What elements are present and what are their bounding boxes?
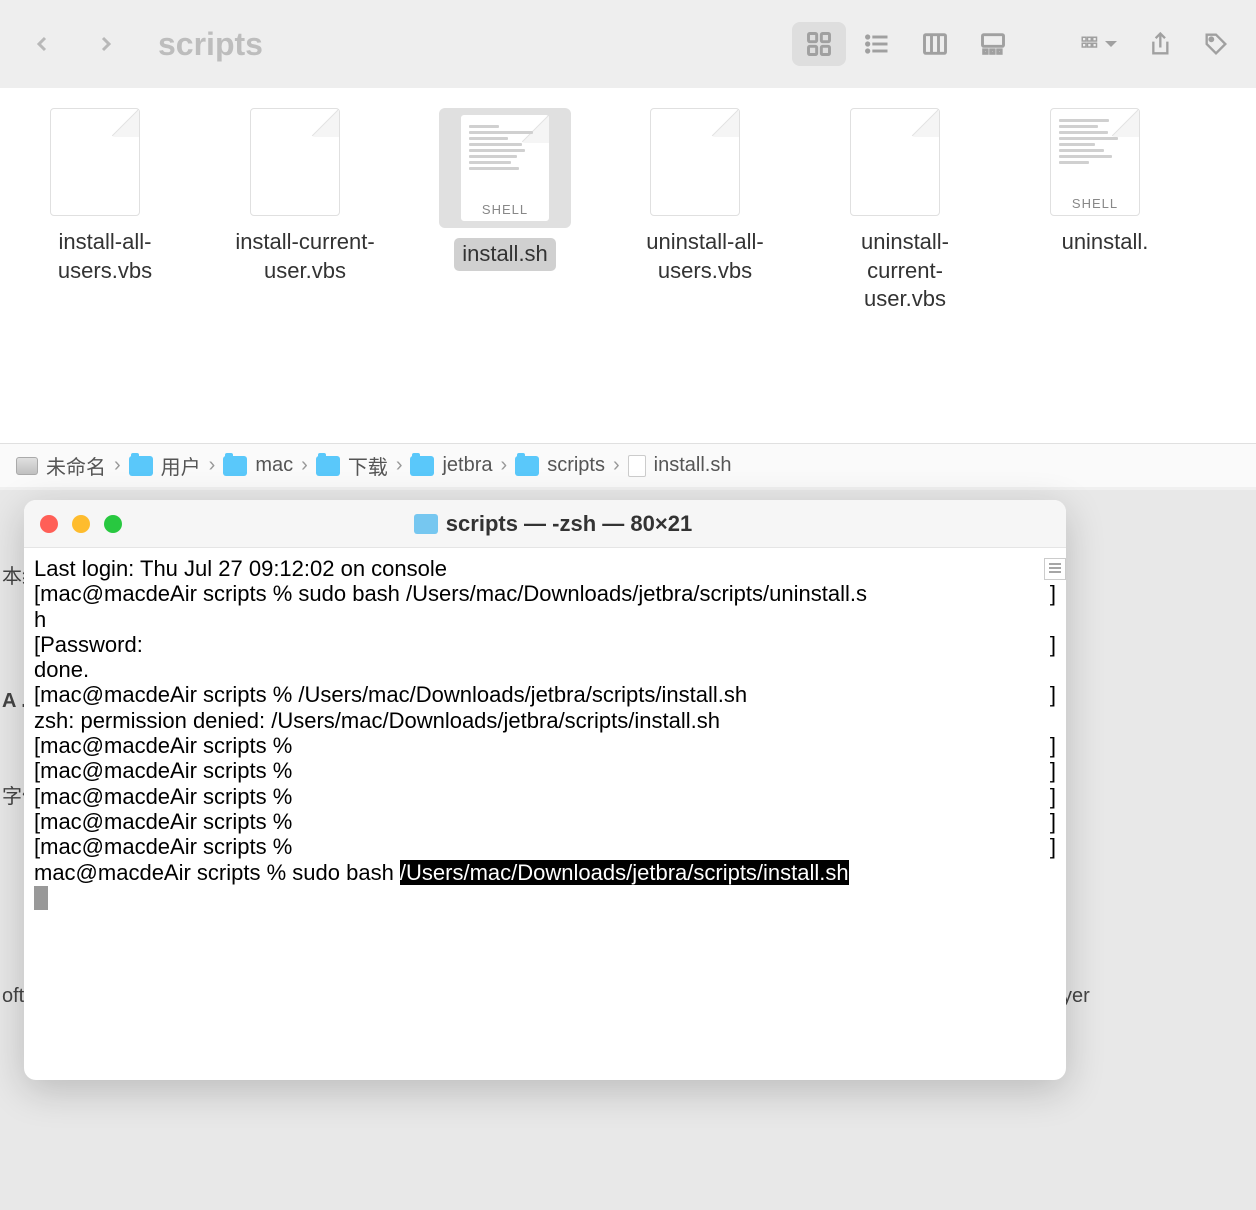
terminal-line: [mac@macdeAir scripts % /Users/mac/Downl… bbox=[34, 682, 1056, 707]
chevron-right-icon: › bbox=[114, 454, 121, 477]
terminal-titlebar[interactable]: scripts — -zsh — 80×21 bbox=[24, 500, 1066, 548]
folder-title: scripts bbox=[158, 26, 263, 63]
terminal-line: [mac@macdeAir scripts % ] bbox=[34, 834, 1056, 859]
group-by-button[interactable] bbox=[1080, 24, 1120, 64]
breadcrumb-segment[interactable]: mac bbox=[223, 454, 293, 477]
breadcrumb-segment[interactable]: install.sh bbox=[628, 454, 732, 477]
file-name: uninstall. bbox=[1062, 228, 1149, 257]
terminal-line: done. bbox=[34, 657, 1056, 682]
file-icon bbox=[628, 455, 646, 477]
terminal-line: [mac@macdeAir scripts % ] bbox=[34, 758, 1056, 783]
terminal-line: [Password:] bbox=[34, 632, 1056, 657]
folder-icon bbox=[410, 456, 434, 476]
chevron-right-icon: › bbox=[301, 454, 308, 477]
breadcrumb-segment[interactable]: 未命名 bbox=[16, 451, 106, 480]
file-name: install.sh bbox=[454, 238, 556, 271]
terminal-line: Last login: Thu Jul 27 09:12:02 on conso… bbox=[34, 556, 1056, 581]
folder-icon bbox=[414, 514, 438, 534]
chevron-right-icon: › bbox=[209, 454, 216, 477]
breadcrumb-segment[interactable]: 下载 bbox=[316, 451, 388, 480]
terminal-window: scripts — -zsh — 80×21 Last login: Thu J… bbox=[24, 500, 1066, 1080]
view-gallery-button[interactable] bbox=[966, 22, 1020, 66]
file-item[interactable]: SHELLinstall.sh bbox=[430, 108, 580, 423]
path-bar: 未命名 › 用户 › mac › 下载 › jetbra › scripts › install.sh bbox=[0, 443, 1256, 487]
finder-window: scripts bbox=[0, 0, 1256, 487]
folder-icon bbox=[223, 456, 247, 476]
view-list-button[interactable] bbox=[850, 22, 904, 66]
terminal-line: [mac@macdeAir scripts % ] bbox=[34, 733, 1056, 758]
file-name: uninstall-all-users.vbs bbox=[630, 228, 780, 285]
chevron-right-icon: › bbox=[396, 454, 403, 477]
file-name: uninstall-current-user.vbs bbox=[830, 228, 980, 314]
scroll-indicator-icon bbox=[1044, 558, 1066, 580]
terminal-line: h bbox=[34, 607, 1056, 632]
finder-toolbar: scripts bbox=[0, 0, 1256, 88]
chevron-right-icon: › bbox=[501, 454, 508, 477]
file-item[interactable]: uninstall-all-users.vbs bbox=[630, 108, 780, 423]
folder-icon bbox=[129, 456, 153, 476]
view-columns-button[interactable] bbox=[908, 22, 962, 66]
view-icons-button[interactable] bbox=[792, 22, 846, 66]
disk-icon bbox=[16, 457, 38, 475]
folder-icon bbox=[515, 456, 539, 476]
terminal-line: [mac@macdeAir scripts % sudo bash /Users… bbox=[34, 581, 1056, 606]
terminal-line: [mac@macdeAir scripts % ] bbox=[34, 784, 1056, 809]
file-name: install-all-users.vbs bbox=[30, 228, 180, 285]
terminal-cursor bbox=[34, 886, 48, 910]
nav-forward-button[interactable] bbox=[84, 22, 128, 66]
folder-icon bbox=[316, 456, 340, 476]
file-item[interactable]: install-current-user.vbs bbox=[230, 108, 380, 423]
share-button[interactable] bbox=[1138, 24, 1178, 64]
terminal-body[interactable]: Last login: Thu Jul 27 09:12:02 on conso… bbox=[24, 548, 1066, 1080]
breadcrumb-segment[interactable]: 用户 bbox=[129, 451, 201, 480]
terminal-line: [mac@macdeAir scripts % ] bbox=[34, 809, 1056, 834]
nav-back-button[interactable] bbox=[20, 22, 64, 66]
file-item[interactable]: SHELLuninstall. bbox=[1030, 108, 1180, 423]
terminal-line: mac@macdeAir scripts % sudo bash /Users/… bbox=[34, 860, 1056, 885]
tags-button[interactable] bbox=[1196, 24, 1236, 64]
file-name: install-current-user.vbs bbox=[230, 228, 380, 285]
file-item[interactable]: install-all-users.vbs bbox=[30, 108, 180, 423]
breadcrumb-segment[interactable]: jetbra bbox=[410, 454, 492, 477]
file-item[interactable]: uninstall-current-user.vbs bbox=[830, 108, 980, 423]
breadcrumb-segment[interactable]: scripts bbox=[515, 454, 605, 477]
terminal-line: zsh: permission denied: /Users/mac/Downl… bbox=[34, 708, 1056, 733]
chevron-right-icon: › bbox=[613, 454, 620, 477]
terminal-title: scripts — -zsh — 80×21 bbox=[56, 511, 1050, 537]
file-area[interactable]: install-all-users.vbs install-current-use… bbox=[0, 88, 1256, 443]
